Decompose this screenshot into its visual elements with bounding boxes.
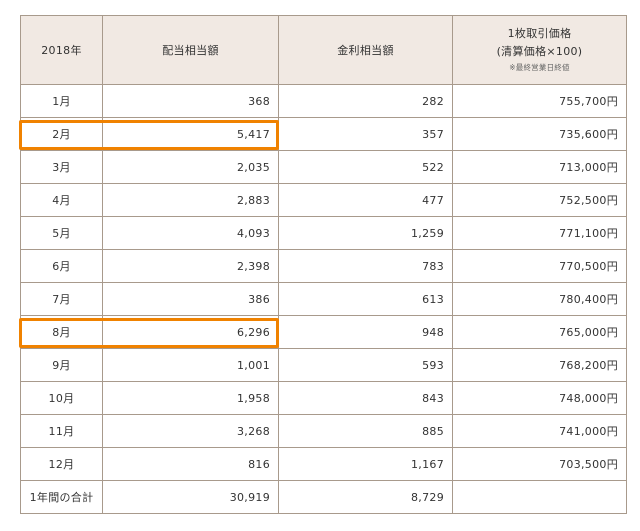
cell-interest: 477 [278, 183, 453, 217]
table-row: 3月 2,035 522 713,000円 [20, 150, 627, 184]
cell-price: 768,200円 [452, 348, 627, 382]
cell-price: 780,400円 [452, 282, 627, 316]
cell-month: 1月 [20, 84, 103, 118]
cell-month: 3月 [20, 150, 103, 184]
cell-month: 11月 [20, 414, 103, 448]
cell-interest: 948 [278, 315, 453, 349]
cell-interest: 1,167 [278, 447, 453, 481]
cell-dividend: 816 [102, 447, 279, 481]
table-row: 7月 386 613 780,400円 [20, 282, 627, 316]
table-row: 5月 4,093 1,259 771,100円 [20, 216, 627, 250]
cell-price: 765,000円 [452, 315, 627, 349]
cell-price: 748,000円 [452, 381, 627, 415]
cell-month: 4月 [20, 183, 103, 217]
table-row: 12月 816 1,167 703,500円 [20, 447, 627, 481]
total-price [452, 480, 627, 514]
highlight-box [18, 317, 279, 348]
header-interest: 金利相当額 [278, 15, 453, 85]
cell-month: 10月 [20, 381, 103, 415]
total-row: 1年間の合計 30,919 8,729 [20, 480, 627, 514]
cell-interest: 613 [278, 282, 453, 316]
cell-interest: 282 [278, 84, 453, 118]
cell-interest: 783 [278, 249, 453, 283]
cell-price: 770,500円 [452, 249, 627, 283]
cell-interest: 843 [278, 381, 453, 415]
cell-dividend: 1,001 [102, 348, 279, 382]
cell-dividend: 368 [102, 84, 279, 118]
cell-dividend: 1,958 [102, 381, 279, 415]
header-year: 2018年 [20, 15, 103, 85]
total-dividend: 30,919 [102, 480, 279, 514]
table-row: 11月 3,268 885 741,000円 [20, 414, 627, 448]
header-dividend: 配当相当額 [102, 15, 279, 85]
table-row: 6月 2,398 783 770,500円 [20, 249, 627, 283]
cell-month: 6月 [20, 249, 103, 283]
table-header-row: 2018年 配当相当額 金利相当額 1枚取引価格 (清算価格×100) ※最終営… [20, 15, 627, 85]
header-price-line1: 1枚取引価格 [507, 27, 572, 40]
cell-month: 7月 [20, 282, 103, 316]
total-interest: 8,729 [278, 480, 453, 514]
cell-dividend: 2,398 [102, 249, 279, 283]
cell-price: 713,000円 [452, 150, 627, 184]
cell-interest: 885 [278, 414, 453, 448]
cell-price: 703,500円 [452, 447, 627, 481]
cell-price: 771,100円 [452, 216, 627, 250]
table-row: 10月 1,958 843 748,000円 [20, 381, 627, 415]
cell-month: 9月 [20, 348, 103, 382]
header-price-line2: (清算価格×100) [496, 45, 583, 58]
highlight-box [18, 119, 279, 150]
cell-dividend: 2,035 [102, 150, 279, 184]
cell-price: 755,700円 [452, 84, 627, 118]
cell-dividend: 4,093 [102, 216, 279, 250]
cell-price: 741,000円 [452, 414, 627, 448]
table-row: 1月 368 282 755,700円 [20, 84, 627, 118]
cell-dividend: 3,268 [102, 414, 279, 448]
header-price-note: ※最終営業日終値 [509, 63, 570, 72]
table-row: 4月 2,883 477 752,500円 [20, 183, 627, 217]
cell-interest: 357 [278, 117, 453, 151]
cell-dividend: 2,883 [102, 183, 279, 217]
cell-month: 5月 [20, 216, 103, 250]
cell-price: 752,500円 [452, 183, 627, 217]
cell-interest: 593 [278, 348, 453, 382]
cell-dividend: 386 [102, 282, 279, 316]
total-label: 1年間の合計 [20, 480, 103, 514]
dividend-table: 2018年 配当相当額 金利相当額 1枚取引価格 (清算価格×100) ※最終営… [20, 15, 627, 514]
cell-month: 12月 [20, 447, 103, 481]
header-price: 1枚取引価格 (清算価格×100) ※最終営業日終値 [452, 15, 627, 85]
cell-interest: 522 [278, 150, 453, 184]
table-row: 9月 1,001 593 768,200円 [20, 348, 627, 382]
cell-price: 735,600円 [452, 117, 627, 151]
cell-interest: 1,259 [278, 216, 453, 250]
